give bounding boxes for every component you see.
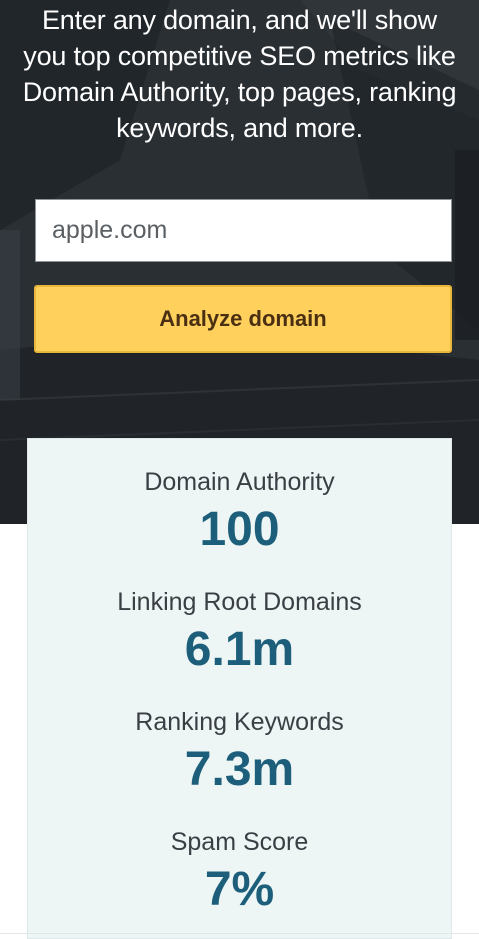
metric-linking-root-domains: Linking Root Domains 6.1m: [28, 587, 451, 679]
metrics-card: Domain Authority 100 Linking Root Domain…: [27, 438, 452, 939]
metric-label: Linking Root Domains: [117, 588, 362, 616]
analyze-domain-button[interactable]: Analyze domain: [34, 285, 452, 353]
metric-label: Spam Score: [170, 828, 309, 856]
domain-input[interactable]: [35, 199, 452, 262]
metric-label: Domain Authority: [144, 468, 335, 496]
page: Enter any domain, and we'll show you top…: [0, 0, 479, 939]
metric-value: 100: [199, 503, 280, 556]
metric-label: Ranking Keywords: [135, 708, 344, 736]
metric-domain-authority: Domain Authority 100: [28, 467, 451, 559]
intro-text: Enter any domain, and we'll show you top…: [22, 5, 457, 143]
metric-ranking-keywords: Ranking Keywords 7.3m: [28, 707, 451, 799]
metric-value: 7%: [204, 863, 275, 916]
metric-value: 6.1m: [184, 623, 295, 676]
metric-spam-score: Spam Score 7%: [28, 827, 451, 919]
bottom-divider: [0, 933, 479, 934]
metric-value: 7.3m: [184, 743, 295, 796]
